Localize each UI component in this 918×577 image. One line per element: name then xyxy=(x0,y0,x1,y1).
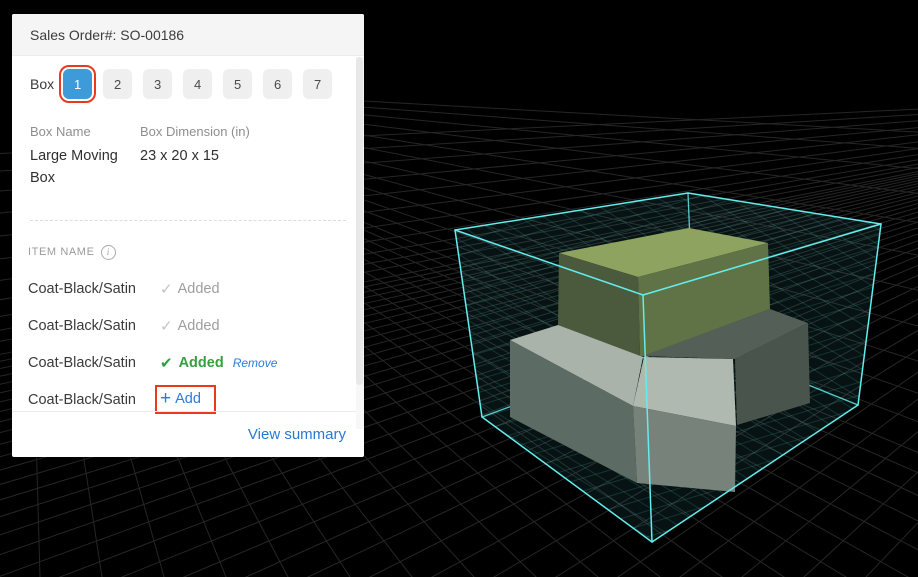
add-button[interactable]: + Add xyxy=(158,388,213,411)
item-status-added: ✓ Added xyxy=(160,317,220,335)
add-label: Add xyxy=(175,391,201,407)
box-selector-label: Box xyxy=(30,76,54,92)
item-row: Coat-Black/Satin ✓ Added xyxy=(12,307,364,344)
item-name: Coat-Black/Satin xyxy=(28,281,160,297)
item-status-added: ✓ Added xyxy=(160,280,220,298)
panel-header: Sales Order#: SO-00186 xyxy=(12,14,364,56)
item-name: Coat-Black/Satin xyxy=(28,318,160,334)
app-stage: Sales Order#: SO-00186 Box 1 2 3 4 5 6 7… xyxy=(0,0,918,577)
box-dimension-label: Box Dimension (in) xyxy=(140,123,250,141)
box-name-value: Large Moving Box xyxy=(30,145,125,189)
item-name-heading: ITEM NAME xyxy=(28,246,95,258)
box-tab-7[interactable]: 7 xyxy=(303,69,332,99)
check-icon: ✓ xyxy=(160,280,173,298)
items-header: ITEM NAME i xyxy=(28,245,346,259)
view-summary-link[interactable]: View summary xyxy=(248,426,346,443)
packing-panel: Sales Order#: SO-00186 Box 1 2 3 4 5 6 7… xyxy=(12,14,364,457)
box-tab-1[interactable]: 1 xyxy=(63,69,92,99)
box-tab-2[interactable]: 2 xyxy=(103,69,132,99)
panel-footer: View summary xyxy=(12,411,364,457)
check-icon: ✓ xyxy=(160,317,173,335)
added-label: Added xyxy=(179,355,224,371)
box-name-label: Box Name xyxy=(30,123,140,141)
added-label: Added xyxy=(178,318,220,334)
check-icon: ✔ xyxy=(160,354,173,372)
plus-icon: + xyxy=(160,390,171,408)
remove-link[interactable]: Remove xyxy=(233,356,278,370)
item-row: Coat-Black/Satin ✔ Added Remove xyxy=(12,344,364,381)
items-list: Coat-Black/Satin ✓ Added Coat-Black/Sati… xyxy=(12,270,364,418)
added-label: Added xyxy=(178,281,220,297)
box-tab-3[interactable]: 3 xyxy=(143,69,172,99)
box-tab-5[interactable]: 5 xyxy=(223,69,252,99)
box-dimension-column: Box Dimension (in) 23 x 20 x 15 xyxy=(140,123,250,189)
item-status-added-active: ✔ Added Remove xyxy=(160,354,277,372)
box-name-column: Box Name Large Moving Box xyxy=(30,123,140,189)
sales-order-title: Sales Order#: SO-00186 xyxy=(30,27,184,43)
item-name: Coat-Black/Satin xyxy=(28,355,160,371)
box-selector: Box 1 2 3 4 5 6 7 xyxy=(12,56,364,99)
box-tab-4[interactable]: 4 xyxy=(183,69,212,99)
box-info: Box Name Large Moving Box Box Dimension … xyxy=(12,99,364,189)
box-dimension-value: 23 x 20 x 15 xyxy=(140,145,250,167)
scrollbar-thumb[interactable] xyxy=(356,57,363,385)
info-icon[interactable]: i xyxy=(101,245,116,260)
box-tab-6[interactable]: 6 xyxy=(263,69,292,99)
item-row: Coat-Black/Satin ✓ Added xyxy=(12,270,364,307)
item-name: Coat-Black/Satin xyxy=(28,392,160,408)
divider xyxy=(30,220,346,221)
